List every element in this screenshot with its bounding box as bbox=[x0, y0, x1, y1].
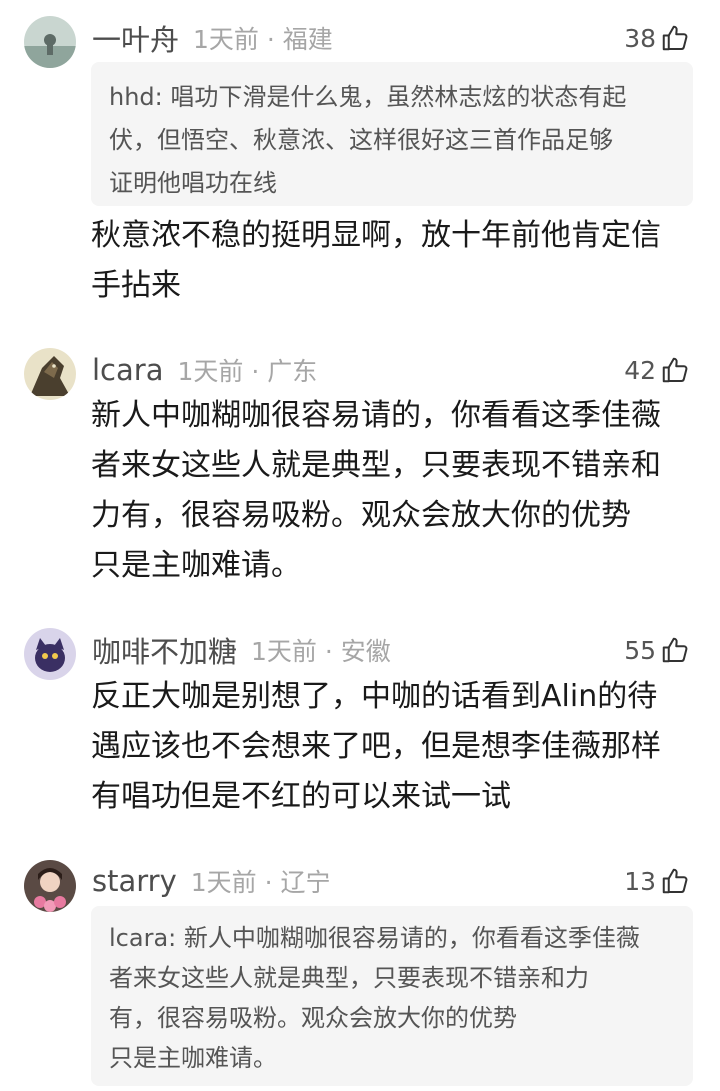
comment-line: 只是主咖难请。 bbox=[91, 548, 301, 583]
thumbs-up-icon bbox=[662, 25, 688, 51]
like-button[interactable]: 13 bbox=[624, 861, 690, 901]
avatar[interactable] bbox=[24, 16, 76, 68]
comment-line: 秋意浓不稳的挺明显啊，放十年前他肯定信 bbox=[91, 218, 661, 253]
like-count: 13 bbox=[624, 866, 656, 896]
comment-meta: 1天前 · 辽宁 bbox=[190, 868, 331, 897]
quoted-reply[interactable]: lcara: 新人中咖糊咖很容易请的，你看看这季佳薇 者来女这些人就是典型，只要… bbox=[91, 906, 693, 1086]
comment-text: 反正大咖是别想了，中咖的话看到Alin的待 遇应该也不会想来了吧，但是想李佳薇那… bbox=[91, 672, 691, 822]
thumbs-up-icon bbox=[662, 868, 688, 894]
username[interactable]: lcara bbox=[92, 353, 163, 387]
comment-line: 者来女这些人就是典型，只要表现不错亲和 bbox=[91, 448, 661, 483]
quote-line: 只是主咖难请。 bbox=[109, 1044, 277, 1072]
like-button[interactable]: 42 bbox=[624, 350, 690, 390]
avatar[interactable] bbox=[24, 860, 76, 912]
quote-line: hhd: 唱功下滑是什么鬼，虽然林志炫的状态有起 bbox=[109, 83, 627, 111]
like-count: 38 bbox=[624, 23, 656, 53]
comment-text: 新人中咖糊咖很容易请的，你看看这季佳薇 者来女这些人就是典型，只要表现不错亲和 … bbox=[91, 391, 691, 591]
like-count: 55 bbox=[624, 635, 656, 665]
like-button[interactable]: 55 bbox=[624, 630, 690, 670]
thumbs-up-icon bbox=[662, 637, 688, 663]
comment-line: 新人中咖糊咖很容易请的，你看看这季佳薇 bbox=[91, 398, 661, 433]
quote-line: 证明他唱功在线 bbox=[109, 169, 277, 197]
avatar[interactable] bbox=[24, 348, 76, 400]
comment-line: 反正大咖是别想了，中咖的话看到Alin的待 bbox=[91, 679, 658, 714]
like-button[interactable]: 38 bbox=[624, 18, 690, 58]
comment-text: 秋意浓不稳的挺明显啊，放十年前他肯定信 手拈来 bbox=[91, 211, 691, 311]
quote-line: 有，很容易吸粉。观众会放大你的优势 bbox=[109, 1004, 517, 1032]
username[interactable]: 一叶舟 bbox=[92, 17, 179, 59]
comment-meta: 1天前 · 广东 bbox=[177, 357, 318, 386]
comment-meta: 1天前 · 福建 bbox=[193, 25, 333, 54]
quote-line: lcara: 新人中咖糊咖很容易请的，你看看这季佳薇 bbox=[109, 924, 640, 952]
comment-line: 有唱功但是不红的可以来试一试 bbox=[91, 779, 511, 814]
quoted-reply[interactable]: hhd: 唱功下滑是什么鬼，虽然林志炫的状态有起 伏，但悟空、秋意浓、这样很好这… bbox=[91, 62, 693, 206]
avatar[interactable] bbox=[24, 628, 76, 680]
username[interactable]: 咖啡不加糖 bbox=[92, 629, 237, 671]
quote-line: 者来女这些人就是典型，只要表现不错亲和力 bbox=[109, 964, 589, 992]
comment-meta: 1天前 · 安徽 bbox=[251, 637, 391, 666]
thumbs-up-icon bbox=[662, 357, 688, 383]
comment-line: 遇应该也不会想来了吧，但是想李佳薇那样 bbox=[91, 729, 661, 764]
username[interactable]: starry bbox=[92, 864, 177, 898]
like-count: 42 bbox=[624, 355, 656, 385]
comment-line: 手拈来 bbox=[91, 268, 181, 303]
quote-line: 伏，但悟空、秋意浓、这样很好这三首作品足够 bbox=[109, 126, 613, 154]
comment-line: 力有，很容易吸粉。观众会放大你的优势 bbox=[91, 498, 631, 533]
